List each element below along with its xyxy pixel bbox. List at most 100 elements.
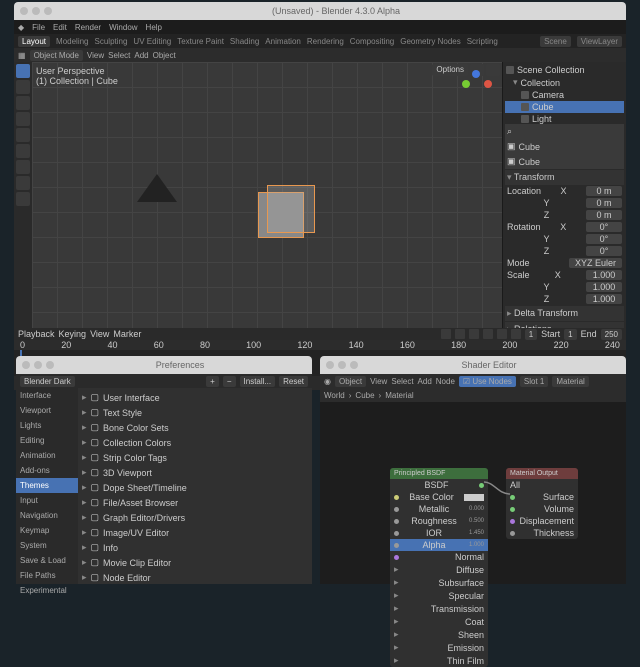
theme-item[interactable]: ▸▢Graph Editor/Drivers (80, 510, 310, 525)
cat-filepaths[interactable]: File Paths (16, 568, 78, 583)
theme-item[interactable]: ▸▢Strip Color Tags (80, 450, 310, 465)
mode-select[interactable]: Object Mode (30, 50, 83, 61)
tab-script[interactable]: Scripting (467, 37, 498, 46)
node-editor[interactable]: Principled BSDF BSDF Base Color Metallic… (320, 402, 626, 584)
sh-view[interactable]: View (370, 377, 387, 386)
theme-item[interactable]: ▸▢Collection Colors (80, 435, 310, 450)
bc-cube[interactable]: Cube (355, 391, 374, 400)
mat-select[interactable]: Material (552, 376, 588, 387)
sh-node[interactable]: Node (436, 377, 455, 386)
shader-obj[interactable]: Object (335, 376, 366, 387)
scl-y[interactable]: 1.000 (586, 282, 622, 292)
tab-render[interactable]: Rendering (307, 37, 344, 46)
theme-item[interactable]: ▸▢3D Viewport (80, 465, 310, 480)
panel-spec[interactable]: ▸Specular (390, 589, 488, 602)
traffic-lights[interactable] (22, 361, 54, 369)
tab-anim[interactable]: Animation (265, 37, 301, 46)
tool-annotate[interactable] (16, 160, 30, 174)
tool-transform[interactable] (16, 144, 30, 158)
scl-x[interactable]: 1.000 (586, 270, 622, 280)
prop-objdata[interactable]: ▣Cube (505, 154, 624, 169)
tool-select[interactable] (16, 64, 30, 78)
cat-editing[interactable]: Editing (16, 433, 78, 448)
theme-item[interactable]: ▸▢Text Style (80, 405, 310, 420)
blender-icon[interactable]: ◆ (18, 23, 24, 32)
theme-item[interactable]: ▸▢Node Editor (80, 570, 310, 584)
node-output[interactable]: Material Output All Surface Volume Displ… (506, 468, 578, 539)
tb-view[interactable]: View (87, 51, 104, 60)
use-nodes[interactable]: ☑ Use Nodes (459, 376, 516, 387)
nav-gizmo[interactable] (458, 70, 494, 106)
outliner-coll[interactable]: ▾Collection (505, 76, 624, 89)
panel-thinfilm[interactable]: ▸Thin Film (390, 654, 488, 667)
sock-normal[interactable]: Normal (390, 551, 488, 563)
play-icon[interactable] (483, 329, 493, 339)
rot-x[interactable]: 0° (586, 222, 622, 232)
outliner-scene[interactable]: Scene Collection (505, 64, 624, 76)
jump-end-icon[interactable] (511, 329, 521, 339)
prefs-install[interactable]: Install... (240, 376, 276, 387)
scene-select[interactable]: Scene (540, 36, 571, 47)
jump-start-icon[interactable] (441, 329, 451, 339)
tab-geonodes[interactable]: Geometry Nodes (400, 37, 460, 46)
tab-shading[interactable]: Shading (230, 37, 259, 46)
tool-scale[interactable] (16, 128, 30, 142)
menu-render[interactable]: Render (75, 23, 101, 32)
rot-mode[interactable]: XYZ Euler (569, 258, 622, 268)
rot-z[interactable]: 0° (586, 246, 622, 256)
tl-keying[interactable]: Keying (59, 329, 87, 339)
theme-item[interactable]: ▸▢Bone Color Sets (80, 420, 310, 435)
menu-file[interactable]: File (32, 23, 45, 32)
theme-item[interactable]: ▸▢Image/UV Editor (80, 525, 310, 540)
sock-rough[interactable]: Roughness0.500 (390, 515, 488, 527)
viewlayer-select[interactable]: ViewLayer (577, 36, 622, 47)
tool-addcube[interactable] (16, 192, 30, 206)
panel-emission[interactable]: ▸Emission (390, 641, 488, 654)
tb-object[interactable]: Object (153, 51, 176, 60)
tool-cursor[interactable] (16, 80, 30, 94)
tl-view[interactable]: View (90, 329, 109, 339)
tab-modeling[interactable]: Modeling (56, 37, 88, 46)
cat-interface[interactable]: Interface (16, 388, 78, 403)
prefs-preset[interactable]: Blender Dark (20, 376, 75, 387)
loc-z[interactable]: 0 m (586, 210, 622, 220)
cat-animation[interactable]: Animation (16, 448, 78, 463)
panel-trans[interactable]: ▸Transmission (390, 602, 488, 615)
menu-edit[interactable]: Edit (53, 23, 67, 32)
out-target[interactable]: All (506, 479, 578, 491)
theme-item[interactable]: ▸▢Info (80, 540, 310, 555)
theme-item[interactable]: ▸▢User Interface (80, 390, 310, 405)
tab-sculpting[interactable]: Sculpting (95, 37, 128, 46)
remove-preset-icon[interactable]: − (223, 376, 236, 387)
next-key-icon[interactable] (497, 329, 507, 339)
cat-saveload[interactable]: Save & Load (16, 553, 78, 568)
prop-search[interactable]: ⌕ (505, 124, 624, 139)
rot-y[interactable]: 0° (586, 234, 622, 244)
cat-lights[interactable]: Lights (16, 418, 78, 433)
tool-move[interactable] (16, 96, 30, 110)
cat-themes[interactable]: Themes (16, 478, 78, 493)
cat-navigation[interactable]: Navigation (16, 508, 78, 523)
cat-keymap[interactable]: Keymap (16, 523, 78, 538)
outliner-camera[interactable]: Camera (505, 89, 624, 101)
sec-rel[interactable]: ▸ Relations (505, 322, 624, 328)
tab-uv[interactable]: UV Editing (133, 37, 171, 46)
play-rev-icon[interactable] (469, 329, 479, 339)
bc-world[interactable]: World (324, 391, 345, 400)
bc-mat[interactable]: Material (385, 391, 413, 400)
tb-select[interactable]: Select (108, 51, 130, 60)
cat-addons[interactable]: Add-ons (16, 463, 78, 478)
menu-window[interactable]: Window (109, 23, 137, 32)
slot-select[interactable]: Slot 1 (520, 376, 548, 387)
sock-metallic[interactable]: Metallic0.000 (390, 503, 488, 515)
panel-sss[interactable]: ▸Subsurface (390, 576, 488, 589)
sock-ior[interactable]: IOR1.450 (390, 527, 488, 539)
node-header[interactable]: Material Output (506, 468, 578, 479)
loc-y[interactable]: 0 m (586, 198, 622, 208)
scl-z[interactable]: 1.000 (586, 294, 622, 304)
tl-playback[interactable]: Playback (18, 329, 55, 339)
node-principled[interactable]: Principled BSDF BSDF Base Color Metallic… (390, 468, 488, 667)
add-preset-icon[interactable]: + (206, 376, 219, 387)
panel-sheen[interactable]: ▸Sheen (390, 628, 488, 641)
sec-delta[interactable]: ▸ Delta Transform (505, 306, 624, 321)
